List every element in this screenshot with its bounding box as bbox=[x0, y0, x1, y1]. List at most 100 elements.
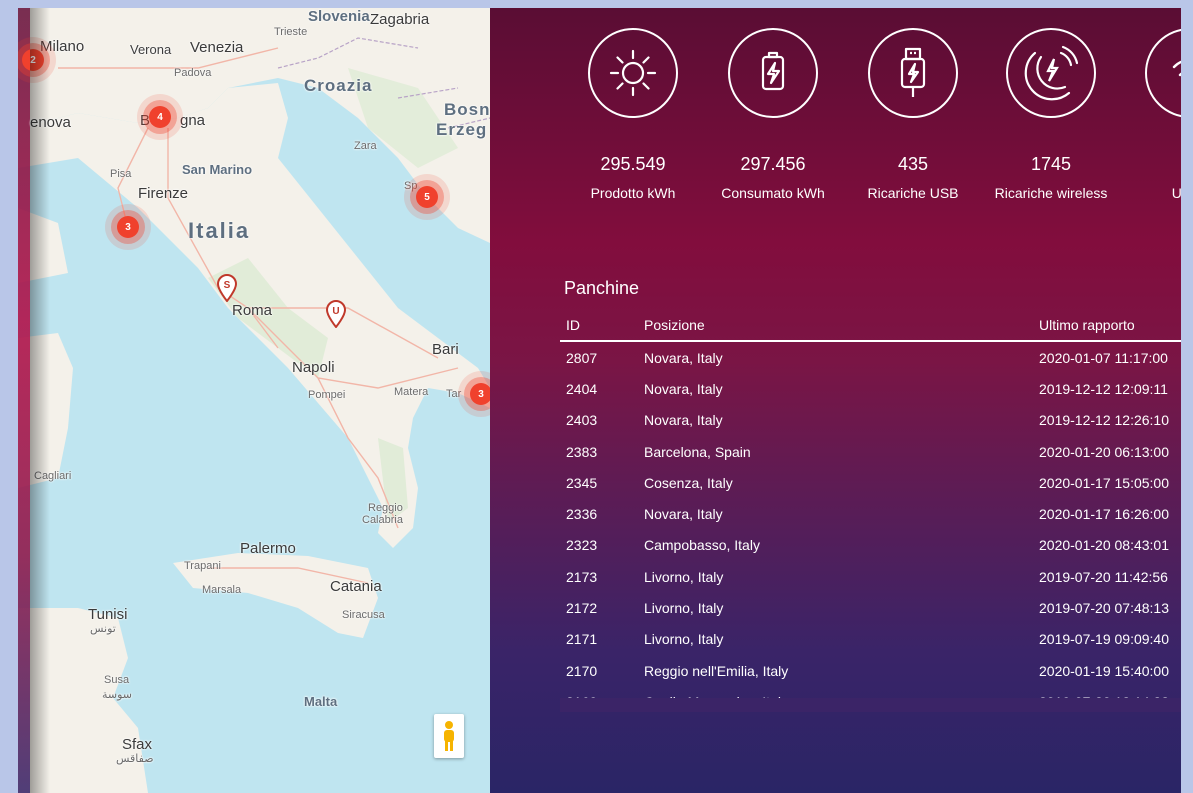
wireless-charging-icon bbox=[1006, 28, 1096, 118]
map-label-firenze: Firenze bbox=[138, 185, 189, 202]
stat-value: 435 bbox=[897, 154, 929, 174]
stat-users: 16 Utenti bbox=[1120, 28, 1181, 201]
column-header-last-report[interactable]: Ultimo rapporto bbox=[1039, 317, 1181, 333]
map-label-milano: Milano bbox=[40, 38, 85, 55]
map-pin-u-icon[interactable]: U bbox=[325, 300, 347, 329]
map-label-bari: Bari bbox=[432, 341, 459, 358]
map-label-palermo: Palermo bbox=[240, 540, 296, 557]
cell-id: 2323 bbox=[566, 537, 598, 554]
map-label-pompei: Pompei bbox=[308, 389, 346, 401]
map-cluster-marker[interactable]: 4 bbox=[149, 106, 171, 128]
map-label-venezia: Venezia bbox=[190, 39, 244, 56]
map-label-italia: Italia bbox=[188, 218, 251, 243]
table-row[interactable]: 2323 Campobasso, Italy 2020-01-20 08:43:… bbox=[560, 530, 1181, 561]
table-scroll-clip bbox=[560, 698, 1181, 712]
map-cluster-marker[interactable]: 3 bbox=[117, 216, 139, 238]
table-title: Panchine bbox=[564, 278, 640, 298]
map-label-zagabria: Zagabria bbox=[370, 11, 430, 28]
cell-position: Livorno, Italy bbox=[644, 568, 724, 585]
cell-date: 2020-01-17 15:05:00 bbox=[1039, 474, 1169, 491]
column-header-id[interactable]: ID bbox=[560, 317, 644, 333]
stat-value: 297.456 bbox=[740, 154, 806, 174]
sun-icon bbox=[588, 28, 678, 118]
table-row[interactable]: 2170 Reggio nell'Emilia, Italy 2020-01-1… bbox=[560, 655, 1181, 686]
cell-date: 2020-01-07 11:17:00 bbox=[1039, 349, 1168, 366]
cell-position: Novara, Italy bbox=[644, 506, 723, 523]
map-label-erzegovina: Erzeg bbox=[436, 120, 488, 139]
stat-produced: 295.549 Prodotto kWh bbox=[563, 28, 703, 201]
column-header-position[interactable]: Posizione bbox=[644, 317, 1039, 333]
stat-value: 1745 bbox=[1030, 154, 1072, 174]
map-cluster-marker[interactable]: 2 bbox=[22, 49, 44, 71]
map-label-reggio: Reggio bbox=[368, 502, 403, 514]
map-label-bologna-suffix: gna bbox=[180, 112, 206, 129]
map-land bbox=[18, 8, 490, 793]
cell-position: Reggio nell'Emilia, Italy bbox=[644, 662, 789, 679]
map-pin-s-icon[interactable]: S bbox=[216, 274, 238, 303]
map-label-padova: Padova bbox=[174, 67, 212, 79]
usb-charging-icon bbox=[868, 28, 958, 118]
map-label-susa: Susa bbox=[104, 674, 130, 686]
table-row[interactable]: 2336 Novara, Italy 2020-01-17 16:26:00 bbox=[560, 498, 1181, 529]
cell-date: 2019-12-12 12:09:11 bbox=[1039, 380, 1168, 397]
map-label-trieste: Trieste bbox=[274, 26, 308, 38]
stat-label: Ricariche USB bbox=[867, 185, 959, 201]
cell-id: 2171 bbox=[566, 631, 598, 648]
cell-position: Novara, Italy bbox=[644, 380, 723, 397]
cell-position: Novara, Italy bbox=[644, 412, 723, 429]
cell-position: Novara, Italy bbox=[644, 349, 723, 366]
table-row[interactable]: 2172 Livorno, Italy 2019-07-20 07:48:13 bbox=[560, 592, 1181, 623]
cell-id: 2404 bbox=[566, 380, 598, 397]
stat-value: 295.549 bbox=[600, 154, 666, 174]
table-row[interactable]: 2383 Barcelona, Spain 2020-01-20 06:13:0… bbox=[560, 436, 1181, 467]
svg-text:U: U bbox=[332, 306, 339, 317]
stat-value: 16 bbox=[1120, 154, 1181, 175]
cell-date: 2020-01-17 16:26:00 bbox=[1039, 506, 1169, 523]
stat-usb: 435 Ricariche USB bbox=[843, 28, 983, 201]
cell-date: 2020-01-19 15:40:00 bbox=[1039, 662, 1169, 679]
cell-position: Barcelona, Spain bbox=[644, 443, 751, 460]
cell-id: 2403 bbox=[566, 412, 598, 429]
map-label-napoli: Napoli bbox=[292, 359, 335, 376]
cell-position: Campobasso, Italy bbox=[644, 537, 760, 554]
table-row[interactable]: 2403 Novara, Italy 2019-12-12 12:26:10 bbox=[560, 405, 1181, 436]
cell-position: Livorno, Italy bbox=[644, 631, 724, 648]
battery-charging-icon bbox=[728, 28, 818, 118]
cell-id: 2173 bbox=[566, 568, 598, 585]
table-header: ID Posizione Ultimo rapporto bbox=[560, 310, 1181, 342]
map-label-matera: Matera bbox=[394, 386, 429, 398]
map-label-pisa: Pisa bbox=[110, 168, 132, 180]
map-label-cagliari: Cagliari bbox=[34, 470, 72, 482]
map-cluster-marker[interactable]: 5 bbox=[416, 186, 438, 208]
stat-consumed: 297.456 Consumato kWh bbox=[703, 28, 843, 201]
cell-id: 2336 bbox=[566, 506, 598, 523]
map-label-tunisi-ar: تونس bbox=[90, 623, 116, 635]
cell-date: 2020-01-20 08:43:01 bbox=[1039, 537, 1169, 554]
svg-text:S: S bbox=[224, 280, 231, 291]
map-label-slovenia: Slovenia bbox=[308, 8, 370, 25]
table-row[interactable]: 2171 Livorno, Italy 2019-07-19 09:09:40 bbox=[560, 624, 1181, 655]
street-view-pegman-icon[interactable] bbox=[434, 714, 464, 758]
map-label-genova: enova bbox=[30, 114, 71, 131]
cell-id: 2383 bbox=[566, 443, 598, 460]
cell-id: 2807 bbox=[566, 349, 598, 366]
table-row[interactable]: 2345 Cosenza, Italy 2020-01-17 15:05:00 bbox=[560, 467, 1181, 498]
table-row[interactable]: 2807 Novara, Italy 2020-01-07 11:17:00 bbox=[560, 342, 1181, 373]
cell-date: 2019-07-19 09:09:40 bbox=[1039, 631, 1169, 648]
map-label-sfax-ar: صفاقس bbox=[116, 753, 154, 765]
cell-date: 2019-07-20 07:48:13 bbox=[1039, 600, 1169, 617]
benches-table: ID Posizione Ultimo rapporto 2807 Novara… bbox=[560, 310, 1181, 718]
table-row[interactable]: 2404 Novara, Italy 2019-12-12 12:09:11 bbox=[560, 373, 1181, 404]
stat-label: Consumato kWh bbox=[721, 185, 825, 201]
cell-date: 2020-01-20 06:13:00 bbox=[1039, 443, 1169, 460]
map-label-verona: Verona bbox=[130, 42, 172, 57]
wifi-icon bbox=[1145, 28, 1181, 118]
table-row[interactable]: 2173 Livorno, Italy 2019-07-20 11:42:56 bbox=[560, 561, 1181, 592]
map-cluster-marker[interactable]: 3 bbox=[470, 383, 490, 405]
map-label-tunisi: Tunisi bbox=[88, 606, 128, 623]
map-panel[interactable]: Slovenia Zagabria Trieste Milano Verona … bbox=[18, 8, 490, 793]
map-label-bosnia: Bosn bbox=[444, 100, 490, 119]
cell-id: 2345 bbox=[566, 474, 598, 491]
dashboard-panel: 295.549 Prodotto kWh 297.456 Consumato k… bbox=[490, 8, 1181, 793]
map-label-taranto: Tar bbox=[446, 388, 462, 400]
